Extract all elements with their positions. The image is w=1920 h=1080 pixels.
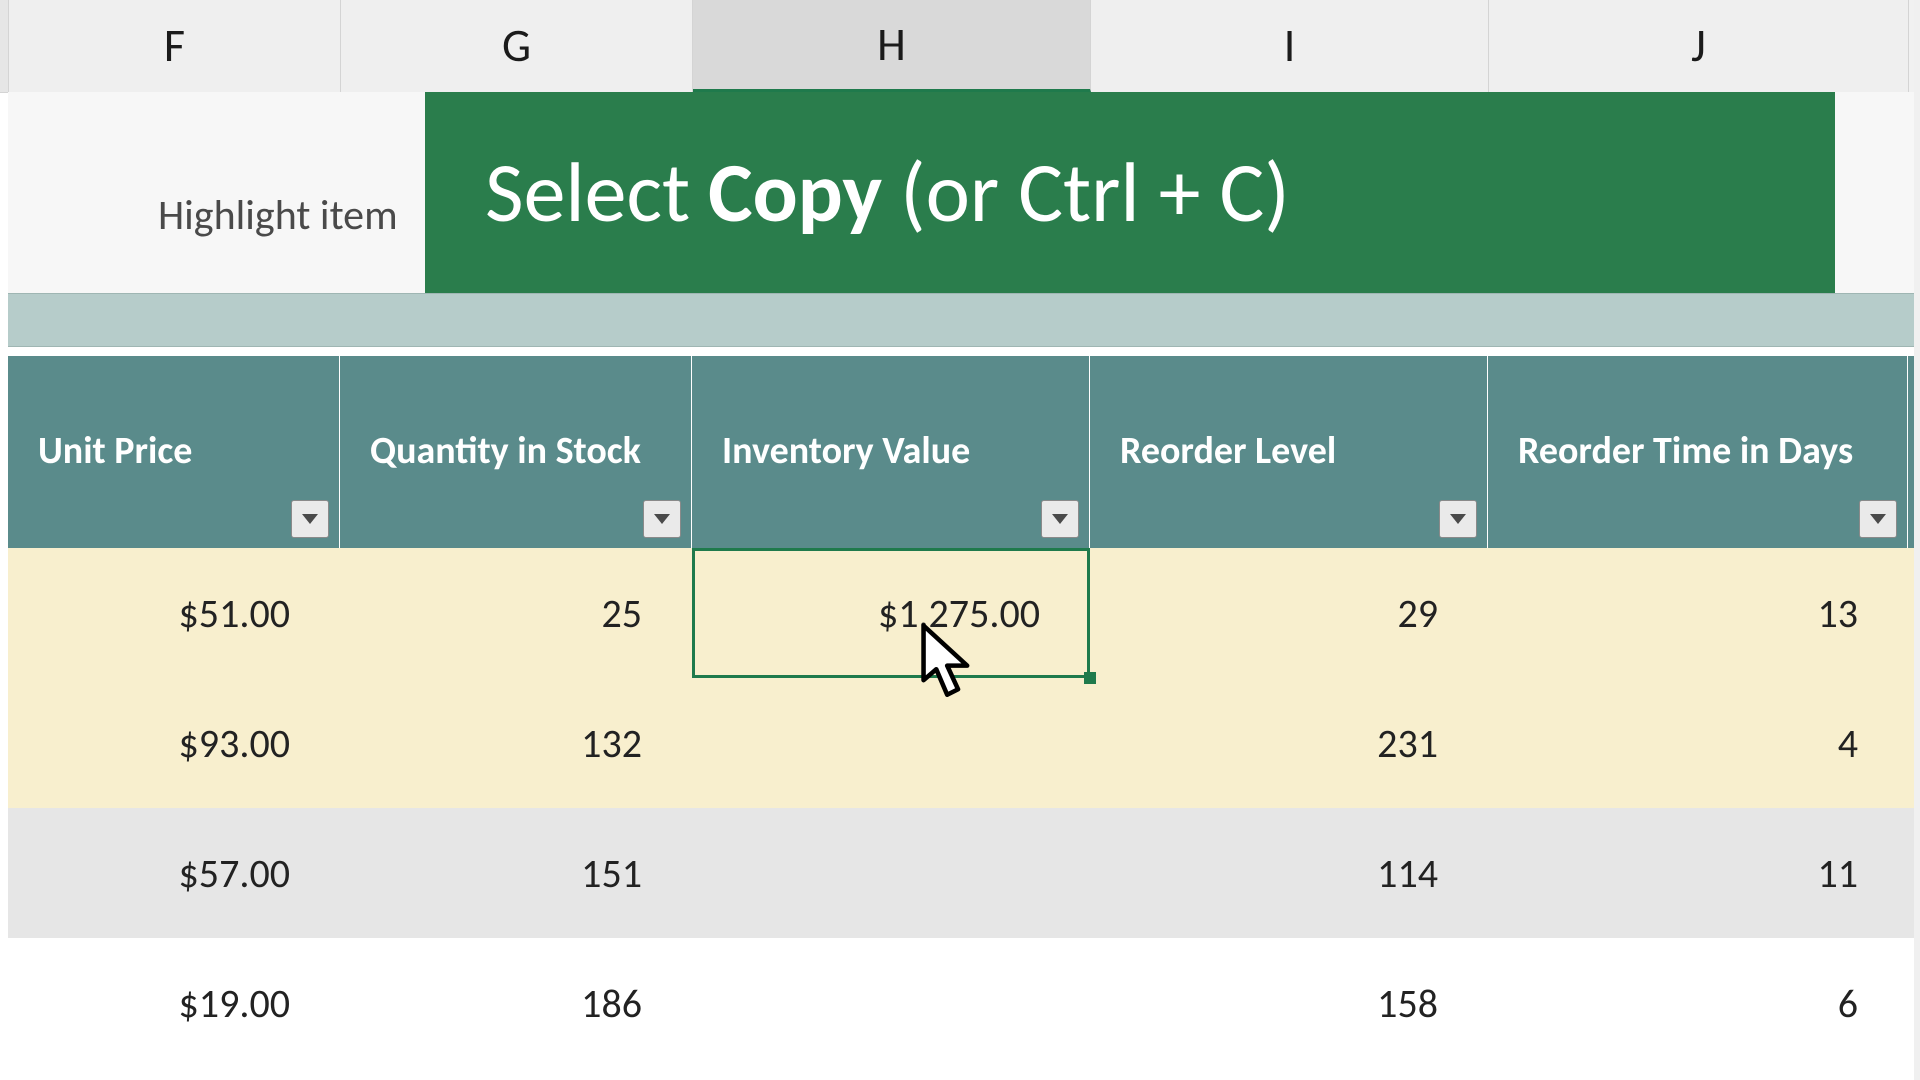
cell-reorder-level[interactable]: 158 — [1090, 938, 1488, 1068]
cell-reorder-days[interactable]: 13 — [1488, 548, 1908, 678]
filter-dropdown-icon[interactable] — [643, 500, 681, 538]
column-header-J[interactable]: J — [1489, 0, 1909, 92]
cell-reorder-level[interactable]: 29 — [1090, 548, 1488, 678]
column-header-G[interactable]: G — [341, 0, 693, 92]
col-header-label: Reorder Time in Days — [1518, 428, 1877, 476]
filter-dropdown-icon[interactable] — [1859, 500, 1897, 538]
cell-reorder-days[interactable]: 11 — [1488, 808, 1908, 938]
cell-reorder-level[interactable]: 231 — [1090, 678, 1488, 808]
column-header-I[interactable]: I — [1091, 0, 1489, 92]
banner-suffix: (or Ctrl + C) — [900, 141, 1290, 244]
cell-quantity[interactable]: 132 — [340, 678, 692, 808]
table-header-row: Unit Price Quantity in Stock Inventory V… — [8, 356, 1920, 548]
cell-inventory-value[interactable] — [692, 938, 1090, 1068]
col-header-label: Inventory Value — [722, 428, 1059, 476]
filter-dropdown-icon[interactable] — [1041, 500, 1079, 538]
cell-inventory-value[interactable] — [692, 678, 1090, 808]
table-row[interactable]: $51.00 25 $1,275.00 29 13 — [8, 548, 1920, 678]
cell-inventory-value[interactable]: $1,275.00 — [692, 548, 1090, 678]
column-header-row: F G H I J — [0, 0, 1920, 93]
col-header-reorder-time[interactable]: Reorder Time in Days — [1488, 356, 1908, 548]
cell-unit-price[interactable]: $19.00 — [8, 938, 340, 1068]
table-row[interactable]: $57.00 151 114 11 — [8, 808, 1920, 938]
banner-prefix: Select — [485, 141, 690, 244]
col-header-reorder-level[interactable]: Reorder Level — [1090, 356, 1488, 548]
col-header-unit-price[interactable]: Unit Price — [8, 356, 340, 548]
cell-reorder-level[interactable]: 114 — [1090, 808, 1488, 938]
cell-unit-price[interactable]: $57.00 — [8, 808, 340, 938]
inventory-table: Unit Price Quantity in Stock Inventory V… — [8, 356, 1920, 1068]
highlight-items-label: Highlight item — [158, 190, 398, 241]
table-row[interactable]: $93.00 132 231 4 — [8, 678, 1920, 808]
col-header-label: Quantity in Stock — [370, 428, 661, 476]
cell-inventory-value[interactable] — [692, 808, 1090, 938]
gutter — [0, 0, 9, 92]
filter-dropdown-icon[interactable] — [291, 500, 329, 538]
teal-separator-bar — [8, 293, 1920, 347]
cell-quantity[interactable]: 25 — [340, 548, 692, 678]
banner-bold: Copy — [708, 141, 882, 244]
cell-quantity[interactable]: 186 — [340, 938, 692, 1068]
col-header-inventory-value[interactable]: Inventory Value — [692, 356, 1090, 548]
cell-reorder-days[interactable]: 4 — [1488, 678, 1908, 808]
cell-quantity[interactable]: 151 — [340, 808, 692, 938]
table-row[interactable]: $19.00 186 158 6 — [8, 938, 1920, 1068]
column-header-F[interactable]: F — [9, 0, 341, 92]
cell-unit-price[interactable]: $51.00 — [8, 548, 340, 678]
cell-reorder-days[interactable]: 6 — [1488, 938, 1908, 1068]
column-header-H[interactable]: H — [693, 0, 1091, 92]
col-header-quantity-in-stock[interactable]: Quantity in Stock — [340, 356, 692, 548]
filter-dropdown-icon[interactable] — [1439, 500, 1477, 538]
fill-handle[interactable] — [1084, 672, 1096, 684]
cell-unit-price[interactable]: $93.00 — [8, 678, 340, 808]
instruction-banner: Select Copy (or Ctrl + C) — [425, 92, 1835, 293]
scrollbar-track[interactable] — [1914, 0, 1920, 1080]
col-header-label: Unit Price — [38, 428, 309, 476]
col-header-label: Reorder Level — [1120, 428, 1457, 476]
